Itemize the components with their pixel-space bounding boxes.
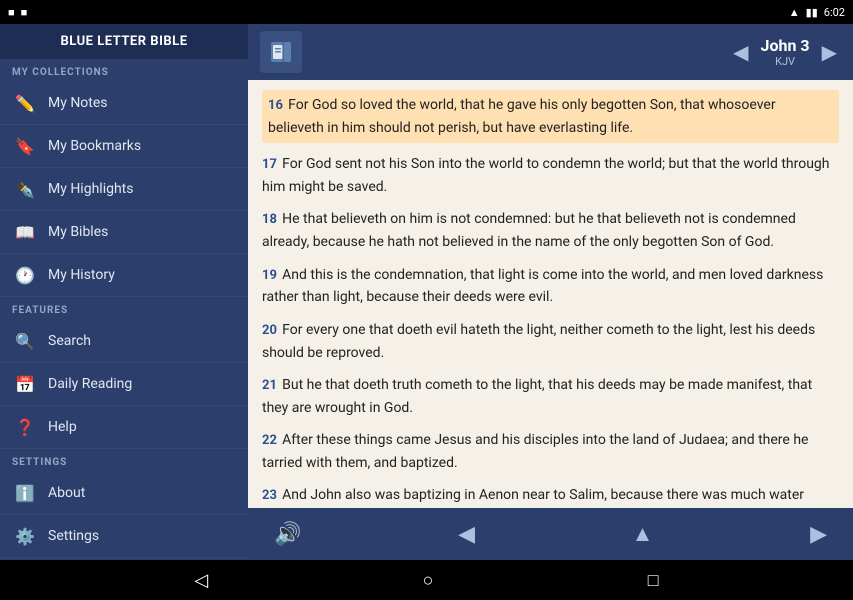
app-title: BLUE LETTER BIBLE xyxy=(12,34,236,49)
sidebar-item-bookmarks[interactable]: 🔖 My Bookmarks xyxy=(0,125,248,168)
sidebar: BLUE LETTER BIBLE MY COLLECTIONS ✏️ My N… xyxy=(0,24,248,560)
recents-button[interactable]: □ xyxy=(628,564,679,597)
sidebar-notes-label: My Notes xyxy=(48,95,108,111)
verse-row[interactable]: 17 For God sent not his Son into the wor… xyxy=(262,153,839,198)
verse-row[interactable]: 23 And John also was baptizing in Aenon … xyxy=(262,484,839,508)
verse-row[interactable]: 16 For God so loved the world, that he g… xyxy=(262,90,839,143)
status-icon-2: ■ xyxy=(21,6,28,19)
settings-icon: ⚙️ xyxy=(14,525,36,547)
book-icon-button[interactable] xyxy=(260,31,302,73)
verse-row[interactable]: 22 After these things came Jesus and his… xyxy=(262,429,839,474)
search-icon: 🔍 xyxy=(14,330,36,352)
verse-number: 19 xyxy=(262,268,280,283)
android-nav-bar: ◁ ○ □ xyxy=(0,560,853,600)
bottom-bar: 🔊 ◀ ▲ ▶ xyxy=(248,508,853,560)
sidebar-search-label: Search xyxy=(48,333,91,349)
app-body: BLUE LETTER BIBLE MY COLLECTIONS ✏️ My N… xyxy=(0,24,853,560)
wifi-icon: ▲ xyxy=(789,6,800,19)
bible-book-icon xyxy=(267,38,295,66)
features-label: FEATURES xyxy=(0,297,248,320)
sidebar-item-daily-reading[interactable]: 📅 Daily Reading xyxy=(0,363,248,406)
notes-icon: ✏️ xyxy=(14,92,36,114)
verse-text: And this is the condemnation, that light… xyxy=(262,267,823,306)
battery-icon: ▮▮ xyxy=(806,6,818,19)
verse-text: He that believeth on him is not condemne… xyxy=(262,211,796,250)
sidebar-highlights-label: My Highlights xyxy=(48,181,133,197)
up-icon[interactable]: ▲ xyxy=(626,515,660,553)
sidebar-item-settings[interactable]: ⚙️ Settings xyxy=(0,515,248,558)
sidebar-help-label: Help xyxy=(48,419,77,435)
verse-row[interactable]: 20 For every one that doeth evil hateth … xyxy=(262,319,839,364)
verse-row[interactable]: 18 He that believeth on him is not conde… xyxy=(262,208,839,253)
bible-text-area[interactable]: 16 For God so loved the world, that he g… xyxy=(248,80,853,508)
chapter-info: John 3 KJV xyxy=(761,36,810,68)
sidebar-header: BLUE LETTER BIBLE xyxy=(0,24,248,59)
chapter-nav: ◀ John 3 KJV ▶ xyxy=(729,36,841,68)
sidebar-item-search[interactable]: 🔍 Search xyxy=(0,320,248,363)
sidebar-item-highlights[interactable]: ✒️ My Highlights xyxy=(0,168,248,211)
status-icon-1: ■ xyxy=(8,6,15,19)
verse-number: 18 xyxy=(262,212,280,227)
audio-icon[interactable]: 🔊 xyxy=(268,516,307,553)
status-bar: ■ ■ ▲ ▮▮ 6:02 xyxy=(0,0,853,24)
collections-label: MY COLLECTIONS xyxy=(0,59,248,82)
top-bar: ◀ John 3 KJV ▶ xyxy=(248,24,853,80)
home-button[interactable]: ○ xyxy=(403,564,454,597)
sidebar-bibles-label: My Bibles xyxy=(48,224,108,240)
highlights-icon: ✒️ xyxy=(14,178,36,200)
bibles-icon: 📖 xyxy=(14,221,36,243)
status-right-icons: ▲ ▮▮ 6:02 xyxy=(789,6,845,19)
main-content: ◀ John 3 KJV ▶ 16 For God so loved the w… xyxy=(248,24,853,560)
status-left-icons: ■ ■ xyxy=(8,6,27,19)
daily-reading-icon: 📅 xyxy=(14,373,36,395)
verse-number: 23 xyxy=(262,488,280,503)
sidebar-about-label: About xyxy=(48,485,85,501)
sidebar-settings-label: Settings xyxy=(48,528,99,544)
settings-label: SETTINGS xyxy=(0,449,248,472)
verse-row[interactable]: 21 But he that doeth truth cometh to the… xyxy=(262,374,839,419)
history-icon: 🕐 xyxy=(14,264,36,286)
help-icon: ❓ xyxy=(14,416,36,438)
time-display: 6:02 xyxy=(824,6,845,19)
sidebar-item-help[interactable]: ❓ Help xyxy=(0,406,248,449)
chapter-name: John 3 xyxy=(761,36,810,55)
verse-text: But he that doeth truth cometh to the li… xyxy=(262,377,812,416)
verse-number: 16 xyxy=(268,98,286,113)
sidebar-item-notes[interactable]: ✏️ My Notes xyxy=(0,82,248,125)
verse-text: And John also was baptizing in Aenon nea… xyxy=(262,487,804,508)
sidebar-daily-reading-label: Daily Reading xyxy=(48,376,132,392)
bookmarks-icon: 🔖 xyxy=(14,135,36,157)
about-icon: ℹ️ xyxy=(14,482,36,504)
prev-chapter-button[interactable]: ◀ xyxy=(729,36,752,68)
sidebar-item-about[interactable]: ℹ️ About xyxy=(0,472,248,515)
back-icon[interactable]: ◀ xyxy=(452,516,481,553)
verse-number: 20 xyxy=(262,323,280,338)
verse-number: 22 xyxy=(262,433,280,448)
sidebar-bookmarks-label: My Bookmarks xyxy=(48,138,141,154)
verse-text: For God sent not his Son into the world … xyxy=(262,156,830,195)
chapter-version: KJV xyxy=(761,55,810,68)
verse-row[interactable]: 19 And this is the condemnation, that li… xyxy=(262,264,839,309)
sidebar-history-label: My History xyxy=(48,267,115,283)
back-button[interactable]: ◁ xyxy=(174,564,228,597)
verse-text: For every one that doeth evil hateth the… xyxy=(262,322,815,361)
verse-text: After these things came Jesus and his di… xyxy=(262,432,808,471)
verse-number: 17 xyxy=(262,157,280,172)
verse-number: 21 xyxy=(262,378,280,393)
next-chapter-button[interactable]: ▶ xyxy=(818,36,841,68)
sidebar-item-bibles[interactable]: 📖 My Bibles xyxy=(0,211,248,254)
share-icon[interactable]: ▶ xyxy=(804,516,833,553)
verse-text: For God so loved the world, that he gave… xyxy=(268,97,776,136)
sidebar-item-history[interactable]: 🕐 My History xyxy=(0,254,248,297)
